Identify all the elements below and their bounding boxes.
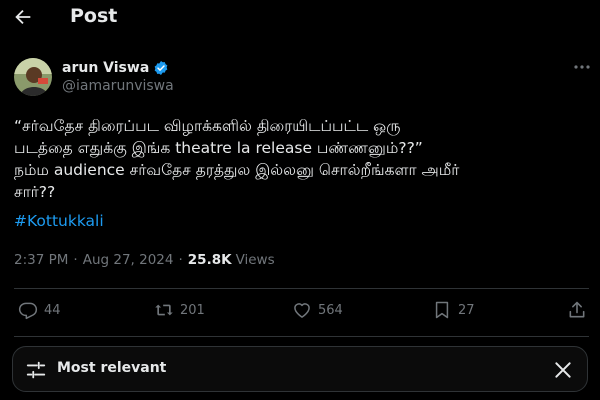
- share-icon: [569, 301, 585, 318]
- page-title: Post: [70, 5, 118, 27]
- verified-badge-icon: [154, 61, 168, 75]
- meta-separator: ·: [73, 252, 78, 268]
- like-icon: [294, 303, 310, 318]
- like-button[interactable]: 564: [292, 300, 343, 320]
- tweet-text-line: படத்தை எதுக்கு இங்க theatre la release ப…: [14, 139, 423, 157]
- views-count: 25.8K: [187, 252, 232, 268]
- reply-button[interactable]: 44: [18, 300, 61, 320]
- action-bar: 44 201 564 27: [0, 300, 600, 328]
- close-icon[interactable]: [553, 360, 573, 380]
- reply-icon: [18, 302, 38, 320]
- repost-count: 201: [180, 302, 205, 318]
- divider: [14, 288, 589, 289]
- tweet-text: “சர்வதேச திரைப்பட விழாக்களில் திரையிடப்ப…: [14, 115, 589, 203]
- bookmark-icon: [435, 301, 449, 319]
- repost-button[interactable]: 201: [154, 300, 205, 320]
- more-icon[interactable]: [572, 60, 592, 74]
- meta-separator: ·: [178, 252, 183, 268]
- divider: [14, 336, 589, 337]
- tweet-text-line: சார்??: [14, 183, 56, 201]
- like-count: 564: [318, 302, 343, 318]
- views-label: Views: [235, 252, 275, 268]
- author-display-name[interactable]: arun Viswa: [62, 60, 149, 76]
- sort-label[interactable]: Most relevant: [57, 360, 166, 376]
- header: Post: [0, 0, 600, 36]
- hashtag-link[interactable]: #Kottukkali: [14, 210, 104, 232]
- tweet-text-line: “சர்வதேச திரைப்பட விழாக்களில் திரையிடப்ப…: [14, 117, 401, 135]
- sort-replies-bar[interactable]: Most relevant: [12, 346, 588, 392]
- avatar[interactable]: [14, 58, 52, 96]
- bookmark-button[interactable]: 27: [432, 300, 475, 320]
- repost-icon: [155, 304, 173, 316]
- back-arrow-icon[interactable]: [12, 6, 34, 28]
- bookmark-count: 27: [458, 302, 475, 318]
- reply-count: 44: [44, 302, 61, 318]
- tweet-time[interactable]: 2:37 PM: [14, 252, 68, 268]
- share-button[interactable]: [567, 300, 587, 320]
- author-name-row[interactable]: arun Viswa: [62, 58, 169, 78]
- author-handle[interactable]: @iamarunviswa: [62, 78, 174, 94]
- tweet-date[interactable]: Aug 27, 2024: [83, 252, 174, 268]
- sort-sliders-icon[interactable]: [25, 359, 47, 381]
- tweet-meta: 2:37 PM · Aug 27, 2024 · 25.8K Views: [14, 252, 275, 268]
- tweet-text-line: நம்ம audience சர்வதேச தரத்துல இல்லனு சொல…: [14, 161, 460, 179]
